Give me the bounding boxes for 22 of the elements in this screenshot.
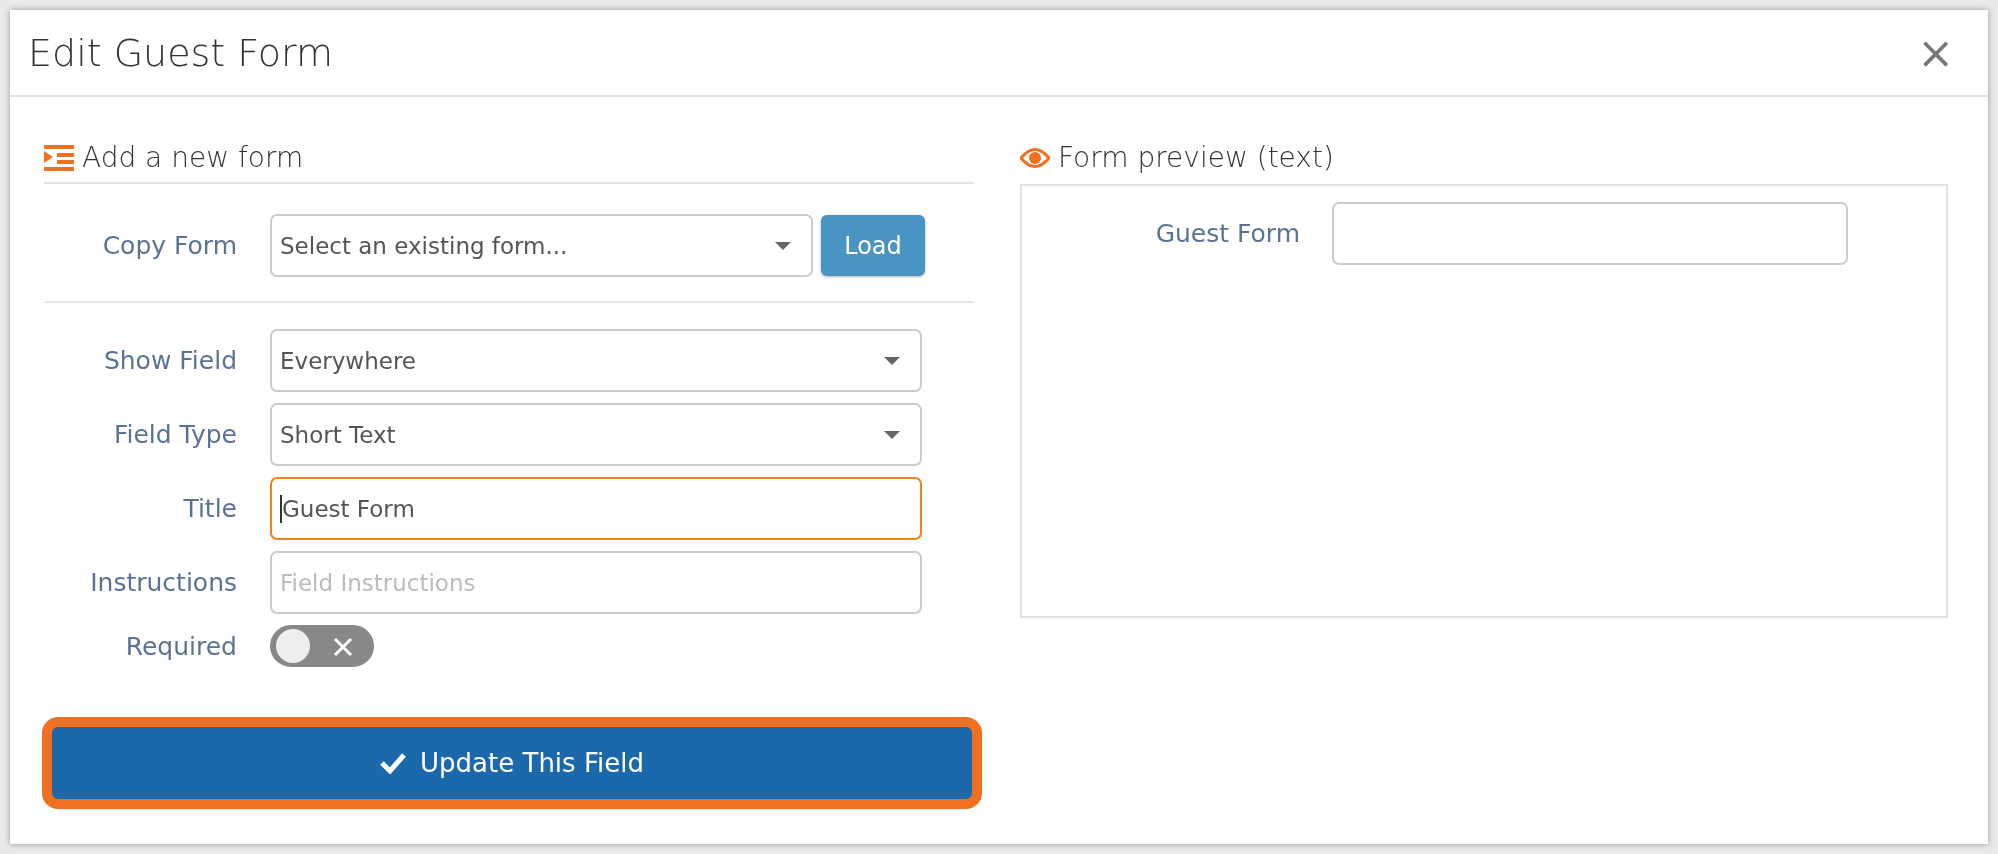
- dialog-title: Edit Guest Form: [28, 30, 334, 75]
- update-field-button[interactable]: Update This Field: [42, 717, 982, 809]
- section-heading: Add a new form: [82, 141, 304, 174]
- section-heading: Form preview (text): [1058, 141, 1334, 174]
- field-label: Show Field: [102, 346, 238, 375]
- indent-list-icon: [44, 144, 74, 171]
- check-icon: [380, 752, 407, 774]
- input-field[interactable]: [1332, 202, 1848, 265]
- close-icon: [332, 636, 354, 658]
- field-label: Field Type: [112, 420, 238, 449]
- field-label: Title: [182, 494, 238, 523]
- input-field[interactable]: Guest Form: [270, 477, 922, 540]
- field-label: Guest Form: [1154, 219, 1301, 248]
- field-label: Copy Form: [101, 231, 238, 260]
- field-label: Instructions: [89, 568, 238, 597]
- dropdown-field[interactable]: Short Text: [270, 403, 922, 466]
- toggle-switch[interactable]: [270, 625, 374, 667]
- eye-icon: [1020, 146, 1050, 169]
- dropdown-field[interactable]: Everywhere: [270, 329, 922, 392]
- close-button[interactable]: ×: [1911, 30, 1960, 75]
- copy-form-select[interactable]: Select an existing form...: [270, 214, 813, 277]
- field-label: Required: [124, 631, 238, 661]
